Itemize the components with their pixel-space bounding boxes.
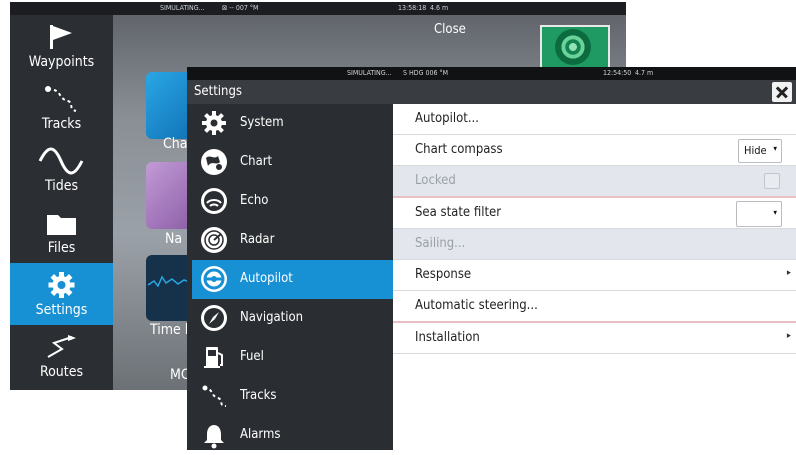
dialog-title: Settings	[194, 84, 242, 99]
home-sim-status: SIMULATING...	[160, 4, 205, 12]
row-label: Installation	[415, 330, 480, 345]
sidebar-item-label: Autopilot	[240, 271, 293, 286]
sidebar-item-system[interactable]: System	[192, 104, 393, 143]
sidebar-item-label: System	[240, 115, 284, 130]
flag-icon	[50, 25, 72, 49]
nav-app-tile[interactable]	[146, 162, 192, 229]
home-item-label: Files	[47, 240, 76, 256]
home-sidebar: Waypoints Tracks Tides Files Settings Ro…	[10, 15, 113, 390]
home-item-label: Settings	[35, 302, 88, 318]
radar-icon	[201, 227, 227, 253]
gear-icon	[48, 272, 75, 298]
home-item-tracks[interactable]: Tracks	[10, 77, 113, 139]
home-item-settings[interactable]: Settings	[10, 263, 113, 325]
dialog-sim-status: SIMULATING...	[347, 69, 392, 77]
settings-sidebar: System Chart Echo Radar Autopilot Naviga…	[192, 104, 393, 450]
home-item-routes[interactable]: Routes	[10, 325, 113, 387]
radar-icon	[555, 29, 591, 65]
sidebar-item-autopilot[interactable]: Autopilot	[192, 260, 393, 299]
sidebar-item-label: Echo	[240, 193, 269, 208]
row-label: Chart compass	[415, 142, 503, 157]
compass-icon	[201, 305, 227, 331]
autopilot-menu-item[interactable]: Autopilot...	[393, 104, 796, 135]
settings-panel: Autopilot... Chart compass Hide ▾ Locked…	[393, 104, 796, 450]
track-icon	[202, 385, 227, 407]
locked-checkbox[interactable]	[764, 173, 780, 189]
sailing-menu-item[interactable]: Sailing...	[393, 229, 796, 260]
sidebar-item-chart[interactable]: Chart	[192, 143, 393, 182]
close-icon[interactable]	[772, 82, 792, 102]
fuel-icon	[204, 347, 223, 368]
sidebar-item-fuel[interactable]: Fuel	[192, 338, 393, 377]
home-item-waypoints[interactable]: Waypoints	[10, 15, 113, 77]
dialog-status-bar: SIMULATING... S HDG 006 °M 12:54:50 4.7 …	[187, 67, 796, 80]
bell-icon	[204, 425, 224, 449]
dialog-heading: S HDG 006 °M	[403, 69, 449, 77]
chevron-right-icon: ▸	[786, 268, 791, 278]
home-time: 13:58:18	[398, 4, 427, 12]
radar-app-tile[interactable]	[540, 25, 610, 69]
sea-state-filter-row: Sea state filter ▾	[393, 198, 796, 229]
home-heading: ⊠ -- 007 °M	[222, 4, 259, 12]
home-status-bar: SIMULATING... ⊠ -- 007 °M 13:58:18 4.6 m	[10, 2, 626, 15]
sidebar-item-echo[interactable]: Echo	[192, 182, 393, 221]
sidebar-item-navigation[interactable]: Navigation	[192, 299, 393, 338]
installation-menu-item[interactable]: Installation ▸	[393, 323, 796, 354]
home-item-label: Waypoints	[28, 54, 95, 70]
time-plot-label: Time l	[150, 322, 189, 338]
chart-icon	[201, 149, 227, 175]
wave-icon	[38, 147, 84, 175]
chevron-down-icon: ▾	[773, 144, 777, 153]
home-item-label: Routes	[39, 364, 84, 380]
dialog-depth: 4.7 m	[635, 69, 654, 77]
route-icon	[47, 335, 76, 358]
gear-icon	[202, 111, 226, 135]
dialog-title-bar: Settings	[187, 80, 796, 104]
locked-row: Locked	[393, 166, 796, 198]
chart-app-tile[interactable]	[146, 72, 192, 139]
echo-icon	[201, 188, 227, 214]
chart-compass-row: Chart compass Hide ▾	[393, 135, 796, 166]
sidebar-item-label: Alarms	[240, 427, 281, 442]
sidebar-item-label: Tracks	[240, 388, 277, 403]
home-depth: 4.6 m	[430, 4, 449, 12]
chevron-right-icon: ▸	[786, 331, 791, 341]
sidebar-item-label: Fuel	[240, 349, 264, 364]
row-label: Autopilot...	[415, 111, 479, 126]
home-item-files[interactable]: Files	[10, 201, 113, 263]
folder-icon	[47, 215, 76, 235]
sidebar-item-tracks[interactable]: Tracks	[192, 377, 393, 416]
sidebar-item-label: Radar	[240, 232, 275, 247]
row-label: Sea state filter	[415, 205, 502, 220]
home-close-button[interactable]: Close	[434, 22, 466, 37]
automatic-steering-menu-item[interactable]: Automatic steering...	[393, 291, 796, 323]
home-item-tides[interactable]: Tides	[10, 139, 113, 201]
sidebar-item-alarms[interactable]: Alarms	[192, 416, 393, 455]
row-label: Automatic steering...	[415, 298, 538, 313]
home-item-label: Tides	[44, 178, 79, 194]
sidebar-item-label: Navigation	[240, 310, 304, 325]
sidebar-item-label: Chart	[240, 154, 273, 169]
sidebar-item-radar[interactable]: Radar	[192, 221, 393, 260]
time-plot-tile[interactable]	[146, 255, 192, 321]
track-icon	[45, 86, 77, 112]
chart-compass-dropdown[interactable]: Hide ▾	[738, 139, 782, 163]
row-label: Locked	[415, 173, 456, 188]
sea-state-filter-dropdown[interactable]: ▾	[736, 201, 782, 227]
row-label: Response	[415, 267, 472, 282]
home-item-label: Tracks	[41, 116, 82, 132]
row-label: Sailing...	[415, 236, 466, 251]
response-menu-item[interactable]: Response ▸	[393, 260, 796, 291]
dialog-time: 12:54:50	[603, 69, 632, 77]
chart-app-label: Cha	[163, 136, 188, 152]
chevron-down-icon: ▾	[773, 208, 777, 217]
nav-app-label: Na	[165, 231, 183, 247]
chart-compass-value: Hide	[744, 144, 767, 157]
autopilot-icon	[201, 266, 227, 292]
settings-dialog: SIMULATING... S HDG 006 °M 12:54:50 4.7 …	[187, 67, 796, 450]
waveform-icon	[147, 275, 191, 288]
